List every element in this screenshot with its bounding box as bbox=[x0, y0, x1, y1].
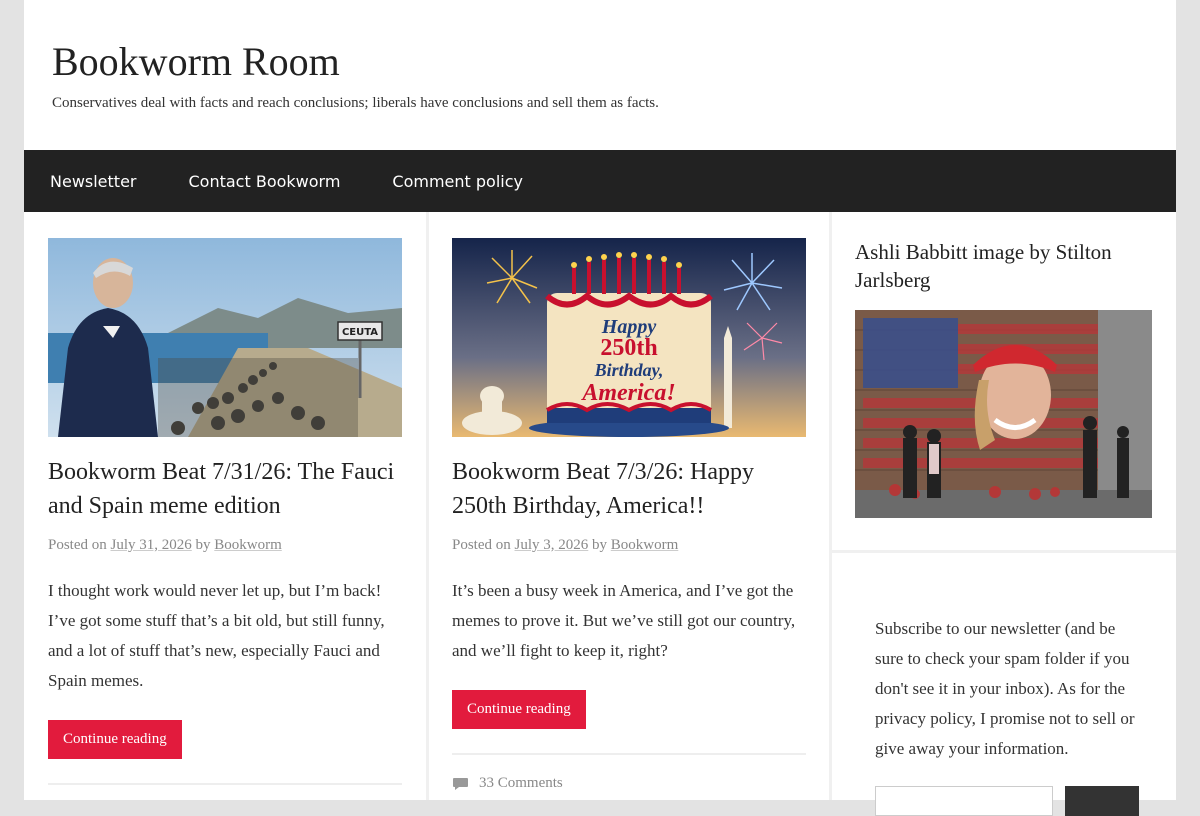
ashli-babbitt-mural-image[interactable] bbox=[855, 310, 1152, 518]
newsletter-subscribe-button[interactable] bbox=[1065, 786, 1139, 816]
post-date-link[interactable]: July 31, 2026 bbox=[111, 537, 192, 553]
post-thumbnail-fauci-ceuta[interactable]: CEUTA bbox=[48, 238, 402, 437]
post-title[interactable]: Bookworm Beat 7/3/26: Happy 250th Birthd… bbox=[452, 455, 806, 523]
newsletter-email-input[interactable] bbox=[875, 786, 1053, 816]
nav-item-contact-bookworm[interactable]: Contact Bookworm bbox=[189, 172, 341, 191]
post-footer-divider bbox=[48, 783, 402, 785]
post-author-link[interactable]: Bookworm bbox=[214, 537, 282, 553]
post-meta: Posted on July 31, 2026 by Bookworm bbox=[48, 537, 402, 554]
sidebar: Ashli Babbitt image by Stilton Jarlsberg bbox=[831, 212, 1176, 816]
newsletter-description: Subscribe to our newsletter (and be sure… bbox=[875, 619, 1135, 758]
post-card: CEUTA Bookworm Beat 7/31/26: The Fauci a… bbox=[48, 238, 402, 785]
by-label: by bbox=[592, 537, 608, 553]
post-excerpt: I thought work would never let up, but I… bbox=[48, 581, 385, 690]
post-author-link[interactable]: Bookworm bbox=[611, 537, 679, 553]
post-date-link[interactable]: July 3, 2026 bbox=[515, 537, 589, 553]
post-thumbnail-birthday-cake[interactable]: Happy 250th Birthday, America! bbox=[452, 238, 806, 437]
post-footer-divider bbox=[452, 753, 806, 755]
post-meta: Posted on July 3, 2026 by Bookworm bbox=[452, 537, 806, 554]
cake-text-line3: Birthday, bbox=[594, 360, 664, 380]
cake-text-line4: America! bbox=[580, 380, 675, 406]
ceuta-sign-label: CEUTA bbox=[342, 327, 378, 338]
continue-reading-button[interactable]: Continue reading bbox=[48, 720, 182, 759]
site-container: Bookworm Room Conservatives deal with fa… bbox=[24, 0, 1176, 816]
continue-reading-button[interactable]: Continue reading bbox=[452, 690, 586, 729]
post-title[interactable]: Bookworm Beat 7/31/26: The Fauci and Spa… bbox=[48, 455, 402, 523]
nav-item-newsletter[interactable]: Newsletter bbox=[50, 172, 137, 191]
nav-item-comment-policy[interactable]: Comment policy bbox=[392, 172, 523, 191]
site-header: Bookworm Room Conservatives deal with fa… bbox=[24, 0, 1176, 150]
post-excerpt: It’s been a busy week in America, and I’… bbox=[452, 581, 796, 660]
posted-on-label: Posted on bbox=[48, 537, 107, 553]
comments-count[interactable]: 33 Comments bbox=[479, 775, 563, 792]
site-title[interactable]: Bookworm Room bbox=[52, 38, 340, 85]
column-divider bbox=[426, 212, 429, 800]
main-navigation: Newsletter Contact Bookworm Comment poli… bbox=[24, 150, 1176, 212]
site-description: Conservatives deal with facts and reach … bbox=[52, 95, 659, 111]
comment-icon bbox=[453, 777, 468, 790]
post-card: Happy 250th Birthday, America! Bookworm … bbox=[452, 238, 806, 792]
by-label: by bbox=[195, 537, 211, 553]
sidebar-divider bbox=[831, 550, 1176, 553]
cake-text-line2: 250th bbox=[600, 335, 657, 361]
posted-on-label: Posted on bbox=[452, 537, 511, 553]
widget-title: Ashli Babbitt image by Stilton Jarlsberg bbox=[855, 240, 1112, 292]
comments-link[interactable]: 33 Comments bbox=[452, 775, 806, 792]
